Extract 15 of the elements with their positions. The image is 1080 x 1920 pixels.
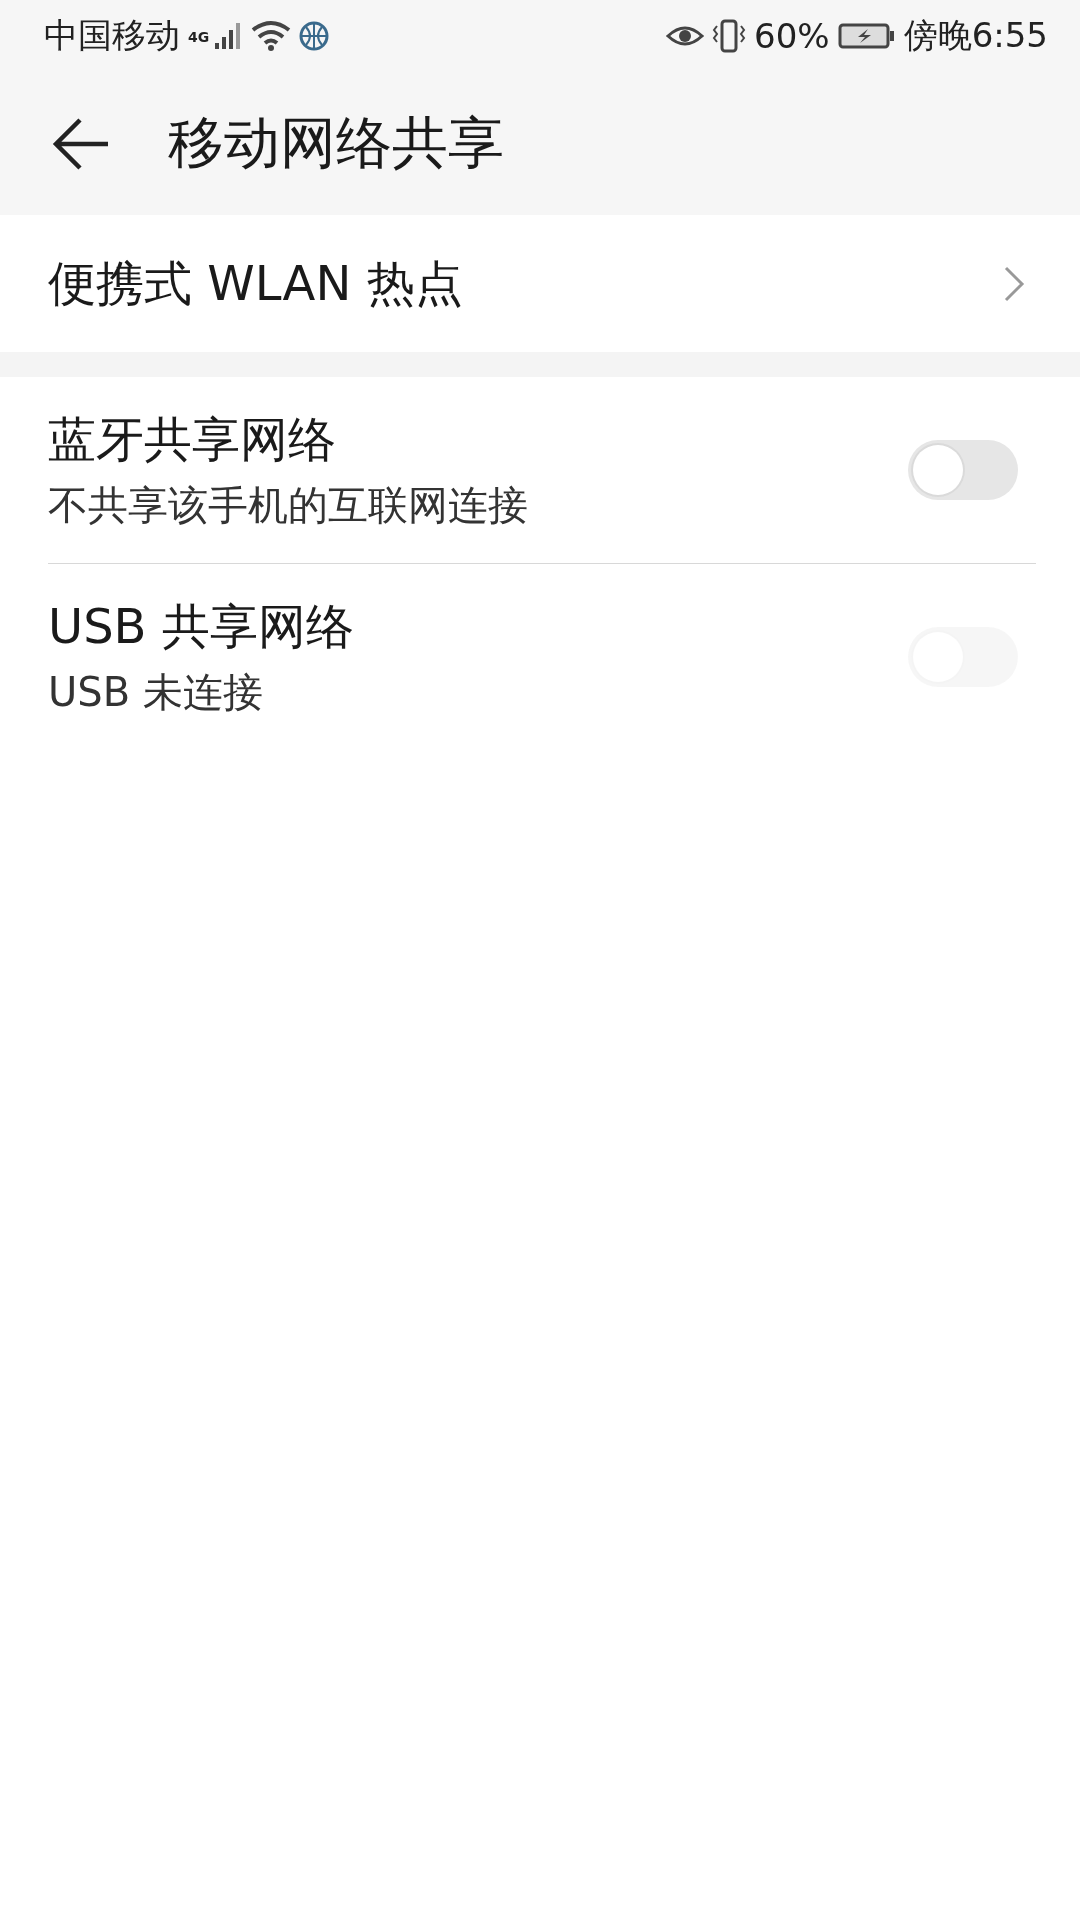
network-type: 4G (188, 29, 210, 45)
battery-charging-icon (837, 22, 896, 50)
row-title: 便携式 WLAN 热点 (48, 253, 464, 313)
vibrate-icon (712, 18, 747, 54)
row-subtitle: 不共享该手机的互联网连接 (48, 480, 529, 530)
page-title: 移动网络共享 (168, 108, 504, 177)
toggle-switch[interactable] (908, 440, 1018, 500)
row-title: USB 共享网络 (48, 596, 355, 656)
row-title: 蓝牙共享网络 (48, 409, 337, 469)
battery-percent: 60% (754, 16, 830, 56)
clock-time: 傍晚6:55 (903, 14, 1048, 57)
carrier-name: 中国移动 (44, 14, 180, 57)
globe-icon (299, 21, 330, 51)
row-subtitle: USB 未连接 (48, 667, 264, 717)
wifi-icon (251, 20, 292, 52)
